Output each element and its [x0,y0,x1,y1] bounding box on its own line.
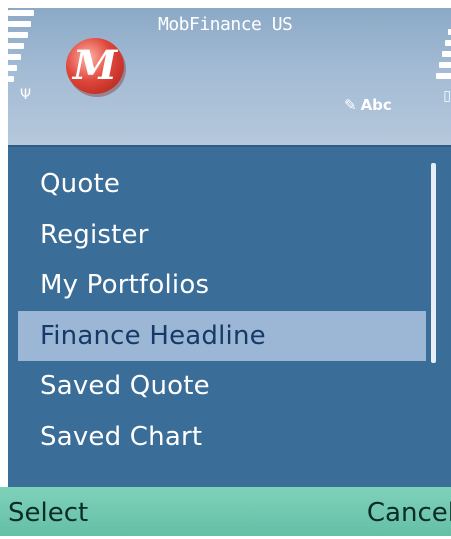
pen-icon: ✎ [344,96,357,114]
antenna-icon: Ψ [20,87,32,103]
status-bar: Ψ M MobFinance US ✎ Abc ▯ [8,8,451,145]
scrollbar[interactable] [431,163,436,453]
menu-item-saved-chart[interactable]: Saved Chart [18,412,426,463]
cancel-softkey[interactable]: Cancel [367,487,451,539]
app-title: MobFinance US [158,14,293,35]
menu-item-quote[interactable]: Quote [18,159,426,210]
battery-icon: ▯ [443,88,451,104]
menu-item-finance-headline[interactable]: Finance Headline [18,310,426,361]
battery-level-icon [431,18,451,92]
softkey-bar: Select Cancel [0,487,451,536]
input-mode-label: Abc [360,96,392,114]
menu-item-my-portfolios[interactable]: My Portfolios [18,260,426,311]
app-logo-icon: M [66,38,124,94]
input-mode-indicator: ✎ Abc [344,96,392,114]
menu-list: Quote Register My Portfolios Finance Hea… [18,159,426,462]
menu-item-saved-quote[interactable]: Saved Quote [18,361,426,412]
scrollbar-thumb[interactable] [431,163,436,363]
menu-item-register[interactable]: Register [18,210,426,261]
signal-strength-icon [8,10,38,90]
select-softkey[interactable]: Select [8,487,88,539]
menu-panel: Quote Register My Portfolios Finance Hea… [8,145,451,489]
